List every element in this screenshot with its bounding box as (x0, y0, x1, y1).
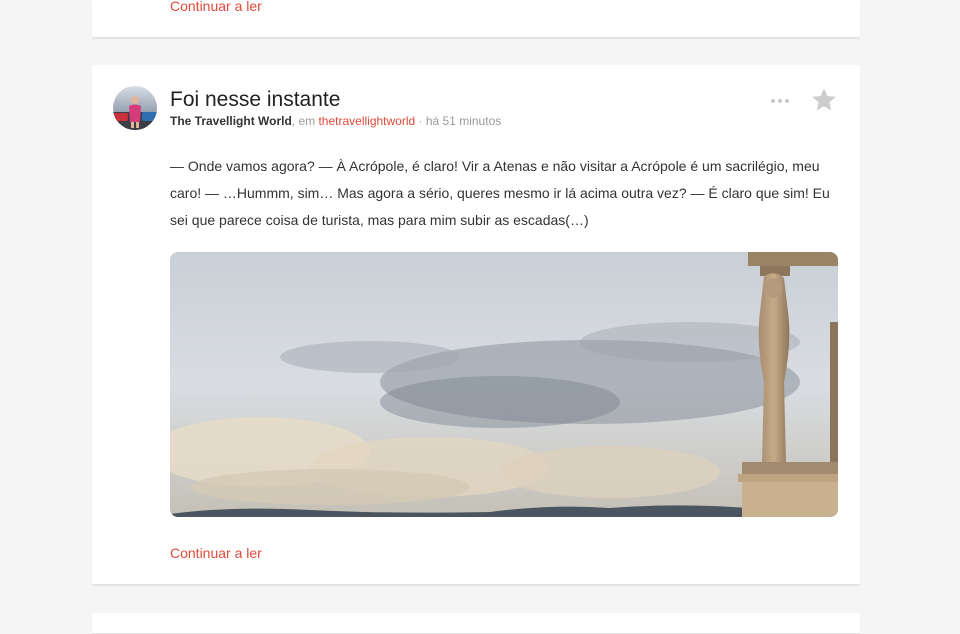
continue-reading-link[interactable]: Continuar a ler (170, 545, 262, 561)
blog-link[interactable]: thetravellightworld (318, 114, 415, 128)
continue-reading-link[interactable]: Continuar a ler (170, 0, 262, 14)
avatar-image (113, 86, 157, 130)
previous-post-card: Continuar a ler (92, 0, 860, 38)
post-title[interactable]: Foi nesse instante (170, 88, 340, 112)
author-avatar[interactable] (113, 86, 157, 130)
post-excerpt: — Onde vamos agora? — À Acrópole, é clar… (170, 158, 830, 228)
post-card: Foi nesse instante The Travellight World… (92, 65, 860, 585)
post-meta: The Travellight World, em thetravellight… (170, 114, 501, 128)
star-icon[interactable] (810, 86, 838, 114)
post-image[interactable] (170, 252, 838, 517)
meta-separator: · (415, 114, 426, 128)
next-post-card (92, 613, 860, 634)
meta-in-text: , em (291, 114, 319, 128)
more-dots-icon[interactable] (770, 93, 790, 103)
author-name[interactable]: The Travellight World (170, 114, 292, 128)
acropolis-caryatid-image (170, 252, 838, 517)
post-time: há 51 minutos (425, 114, 502, 128)
